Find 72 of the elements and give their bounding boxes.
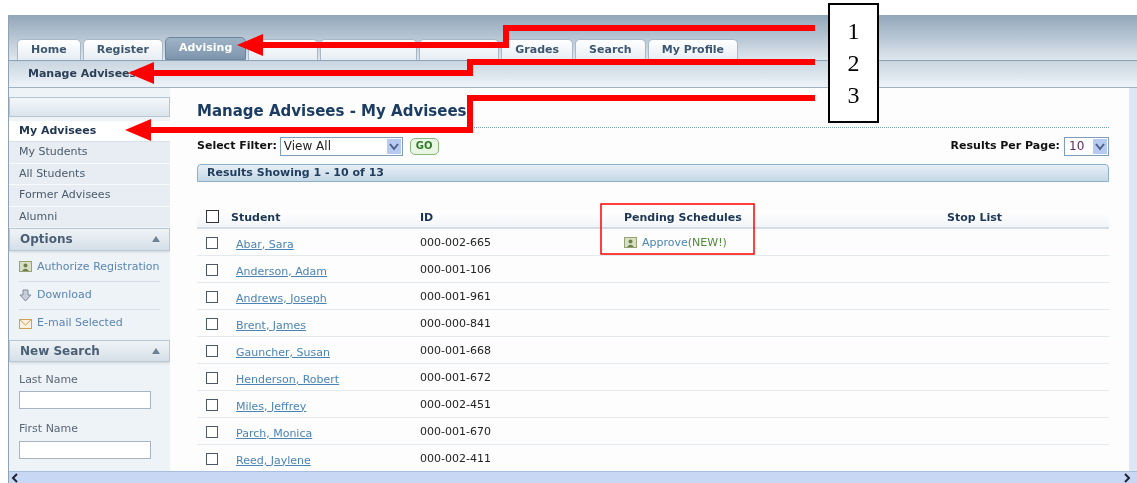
horizontal-scrollbar[interactable] xyxy=(9,471,1137,483)
scroll-right-icon xyxy=(1123,472,1131,483)
student-link[interactable]: Andrews, Joseph xyxy=(231,290,327,307)
callout-number: 1 xyxy=(847,17,860,46)
checkbox[interactable] xyxy=(206,317,218,330)
column-header: Pending Schedules xyxy=(624,210,742,226)
sidebar-item[interactable]: Former Advisees xyxy=(9,185,170,207)
student-link[interactable]: Anderson, Adam xyxy=(231,263,327,280)
student-link[interactable]: Henderson, Robert xyxy=(231,371,340,388)
checkbox[interactable] xyxy=(206,263,218,276)
checkbox[interactable] xyxy=(206,236,218,249)
student-link[interactable]: Abar, Sara xyxy=(231,236,294,253)
sidebar-item[interactable]: Alumni xyxy=(9,206,170,229)
option-link[interactable]: E-mail Selected xyxy=(19,309,160,338)
callout-number: 2 xyxy=(847,49,860,78)
person-card-icon xyxy=(624,237,638,249)
per-page-dropdown[interactable]: 10 xyxy=(1064,136,1109,156)
table-cell: 000-001-961 xyxy=(420,288,491,305)
nav-tab[interactable]: My Profile xyxy=(647,39,739,60)
sidebar-item[interactable]: My Students xyxy=(9,142,170,164)
student-link[interactable]: Miles, Jeffrey xyxy=(231,398,307,415)
nav-tab[interactable]: Home xyxy=(17,39,81,60)
table-cell: 000-001-672 xyxy=(420,369,491,386)
field-label: Last Name xyxy=(19,371,79,388)
sidebar-item[interactable]: All Students xyxy=(9,163,170,186)
section-header[interactable]: New Search xyxy=(9,339,170,362)
filter-dropdown[interactable]: View All xyxy=(279,136,403,156)
field-label: First Name xyxy=(19,421,80,438)
table-cell: 000-002-411 xyxy=(420,450,491,467)
download-icon xyxy=(19,289,32,301)
envelope-icon xyxy=(19,317,32,330)
student-link[interactable]: Brent, James xyxy=(231,317,307,334)
text-field[interactable] xyxy=(19,391,151,410)
section-title: New Search xyxy=(20,342,100,360)
filter-label: Select Filter: xyxy=(197,137,277,154)
text-field[interactable] xyxy=(19,440,151,459)
option-link[interactable]: Download xyxy=(19,281,160,310)
person-card-icon xyxy=(19,261,32,273)
option-link[interactable]: Authorize Registration xyxy=(19,253,160,282)
checkbox[interactable] xyxy=(206,290,218,303)
checkbox[interactable] xyxy=(206,398,218,411)
checkbox[interactable] xyxy=(206,425,218,438)
section-header[interactable]: Options xyxy=(9,228,170,251)
checkbox[interactable] xyxy=(206,210,219,224)
table-cell: 000-002-451 xyxy=(420,396,491,413)
table-cell: 000-001-106 xyxy=(420,261,491,278)
checkbox[interactable] xyxy=(206,452,218,465)
nav-tab[interactable]: Search xyxy=(575,39,646,60)
approve-link[interactable]: Approve xyxy=(642,234,688,251)
collapse-icon xyxy=(151,235,161,244)
results-banner: Results Showing 1 - 10 of 13 xyxy=(197,163,1109,182)
go-button[interactable]: GO xyxy=(409,137,439,155)
column-header: Stop List xyxy=(947,210,1003,226)
checkbox[interactable] xyxy=(206,344,218,357)
vertical-scrollbar[interactable] xyxy=(1129,88,1137,471)
student-link[interactable]: Gauncher, Susan xyxy=(231,344,330,361)
student-link[interactable]: Reed, Jaylene xyxy=(231,452,311,469)
student-link[interactable]: Parch, Monica xyxy=(231,425,313,442)
subnav-link[interactable]: Manage Advisees xyxy=(28,65,137,83)
checkbox[interactable] xyxy=(206,371,218,384)
table-cell: 000-000-841 xyxy=(420,315,491,332)
section-title: Options xyxy=(20,231,73,249)
table-cell: 000-001-670 xyxy=(420,423,491,440)
column-header: ID xyxy=(420,210,434,226)
table-cell: 000-002-665 xyxy=(420,234,491,251)
column-header: Student xyxy=(231,210,281,226)
collapse-icon xyxy=(151,346,161,355)
new-label: (NEW!) xyxy=(687,234,727,251)
table-cell: 000-001-668 xyxy=(420,342,491,359)
nav-tab[interactable]: Register xyxy=(82,39,163,60)
per-page-label: Results Per Page: xyxy=(950,137,1060,154)
scroll-left-icon xyxy=(11,472,19,483)
